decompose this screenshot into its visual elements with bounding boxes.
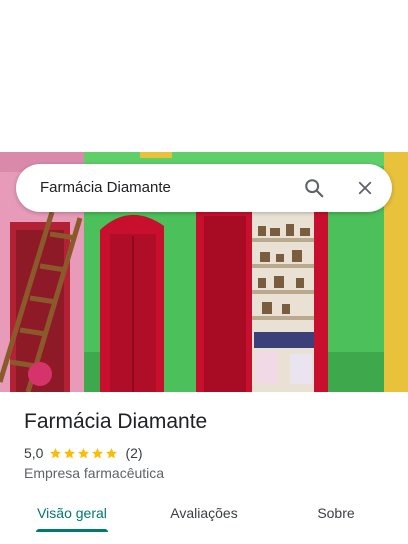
rating-row[interactable]: 5,0 (2) [24,445,143,461]
star-icon [50,447,62,458]
place-category[interactable]: Empresa farmacêutica [24,465,164,481]
search-box[interactable]: Farmácia Diamante [16,164,392,212]
place-title: Farmácia Diamante [24,410,208,433]
search-icon[interactable] [302,176,326,200]
review-count[interactable]: (2) [125,445,142,461]
rating-value: 5,0 [24,445,44,461]
star-icon [64,447,76,458]
active-tab-indicator [36,529,108,532]
search-query-text[interactable]: Farmácia Diamante [40,179,171,196]
rating-stars [49,447,119,460]
star-icon [92,447,104,458]
tab-about[interactable]: Sobre [288,496,384,536]
tab-reviews[interactable]: Avaliações [156,496,252,536]
star-icon [78,447,90,458]
close-icon[interactable] [353,176,377,200]
star-icon [106,447,118,458]
tab-bar: Visão geral Avaliações Sobre [0,496,408,536]
